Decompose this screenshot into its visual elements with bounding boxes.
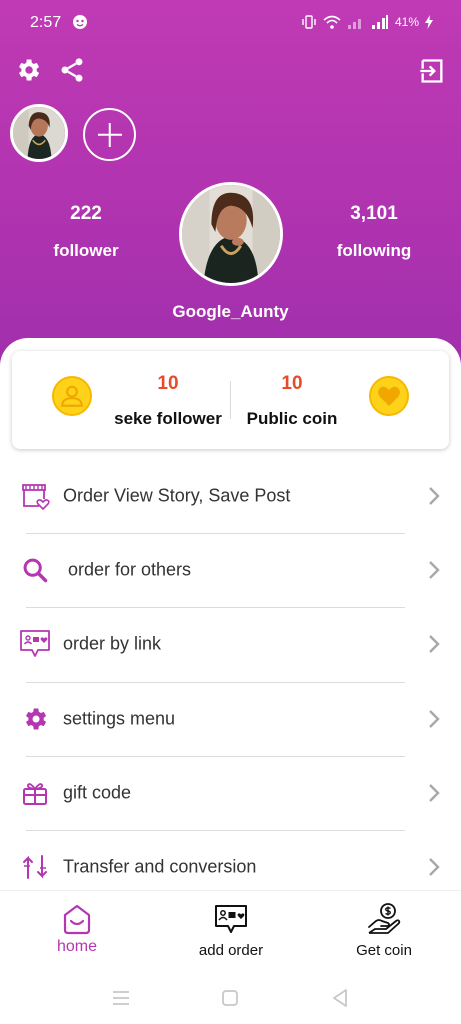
notification-app-icon: [73, 15, 87, 29]
menu-item-gift-code[interactable]: gift code: [0, 756, 461, 830]
chat-order-icon: [18, 627, 52, 661]
menu-item-order-by-link[interactable]: order by link: [0, 607, 461, 681]
chevron-right-icon: [429, 487, 440, 505]
exit-icon: [420, 59, 443, 83]
avatar-image: [13, 107, 65, 159]
nav-home[interactable]: home: [12, 891, 142, 977]
recent-apps-icon[interactable]: [109, 986, 133, 1010]
menu-item-settings-menu[interactable]: settings menu: [0, 682, 461, 756]
share-icon: [61, 58, 83, 82]
status-icons: 41%: [301, 12, 433, 32]
profile-photo: [182, 185, 280, 283]
chat-order-icon: [215, 905, 247, 933]
seke-follower-value: 10: [157, 373, 179, 394]
public-coin-icon: [369, 376, 409, 416]
battery-level: 41%: [394, 15, 419, 29]
profile-avatar[interactable]: [179, 182, 283, 286]
coin-hand-icon: [368, 903, 401, 934]
following-count: 3,101: [350, 203, 398, 224]
search-icon: [18, 553, 52, 587]
settings-button[interactable]: [13, 55, 43, 85]
seke-follower-coin-icon: [52, 376, 92, 416]
store-heart-icon: [18, 479, 52, 513]
followers-count: 222: [70, 203, 102, 224]
nav-home-label: home: [56, 938, 98, 955]
home-system-icon[interactable]: [218, 986, 242, 1010]
bottom-navigation: home add order Get coin: [0, 890, 461, 976]
following-label: following: [336, 241, 412, 260]
public-coin-label: Public coin: [246, 409, 338, 428]
add-account-button[interactable]: [83, 108, 136, 161]
charging-icon: [425, 15, 433, 29]
signal-icon: [347, 19, 361, 29]
seke-follower-label: seke follower: [114, 409, 222, 428]
share-button[interactable]: [56, 55, 88, 85]
nav-get-coin[interactable]: Get coin: [319, 891, 449, 977]
gift-icon: [18, 776, 52, 810]
account-avatar[interactable]: [10, 104, 68, 162]
menu-item-label: settings menu: [63, 708, 176, 729]
chevron-right-icon: [429, 561, 440, 579]
gear-icon: [18, 702, 52, 736]
followers-stat: 222 follower: [38, 203, 134, 261]
person-icon: [61, 385, 83, 407]
status-time: 2:57: [30, 14, 62, 31]
system-navigation-bar: [0, 976, 461, 1024]
chevron-right-icon: [429, 635, 440, 653]
chevron-right-icon: [429, 858, 440, 876]
menu-item-order-view-story[interactable]: Order View Story, Save Post: [0, 459, 461, 533]
coin-divider: [230, 381, 231, 419]
followers-label: follower: [53, 241, 119, 260]
chevron-right-icon: [429, 710, 440, 728]
logout-button[interactable]: [416, 55, 448, 87]
menu-item-label: gift code: [63, 782, 132, 803]
nav-add-order-label: add order: [198, 942, 264, 959]
heart-icon: [378, 386, 400, 406]
vibrate-icon: [302, 15, 316, 29]
gear-icon: [19, 59, 40, 81]
menu-item-label: Transfer and conversion: [63, 856, 257, 877]
back-icon[interactable]: [328, 986, 352, 1010]
menu-item-label: order by link: [63, 633, 162, 654]
following-stat: 3,101 following: [326, 203, 422, 261]
username: Google_Aunty: [172, 302, 289, 321]
transfer-icon: [18, 850, 52, 884]
signal-icon: [371, 15, 388, 29]
nav-add-order[interactable]: add order: [166, 891, 296, 977]
home-icon: [63, 904, 91, 935]
nav-get-coin-label: Get coin: [356, 942, 412, 959]
menu-item-label: Order View Story, Save Post: [63, 485, 291, 506]
menu-item-label: order for others: [68, 559, 192, 580]
status-bar: 2:57 41%: [0, 0, 461, 44]
public-coin-value: 10: [281, 373, 303, 394]
chevron-right-icon: [429, 784, 440, 802]
wifi-icon: [323, 15, 341, 29]
menu-item-order-for-others[interactable]: order for others: [0, 533, 461, 607]
